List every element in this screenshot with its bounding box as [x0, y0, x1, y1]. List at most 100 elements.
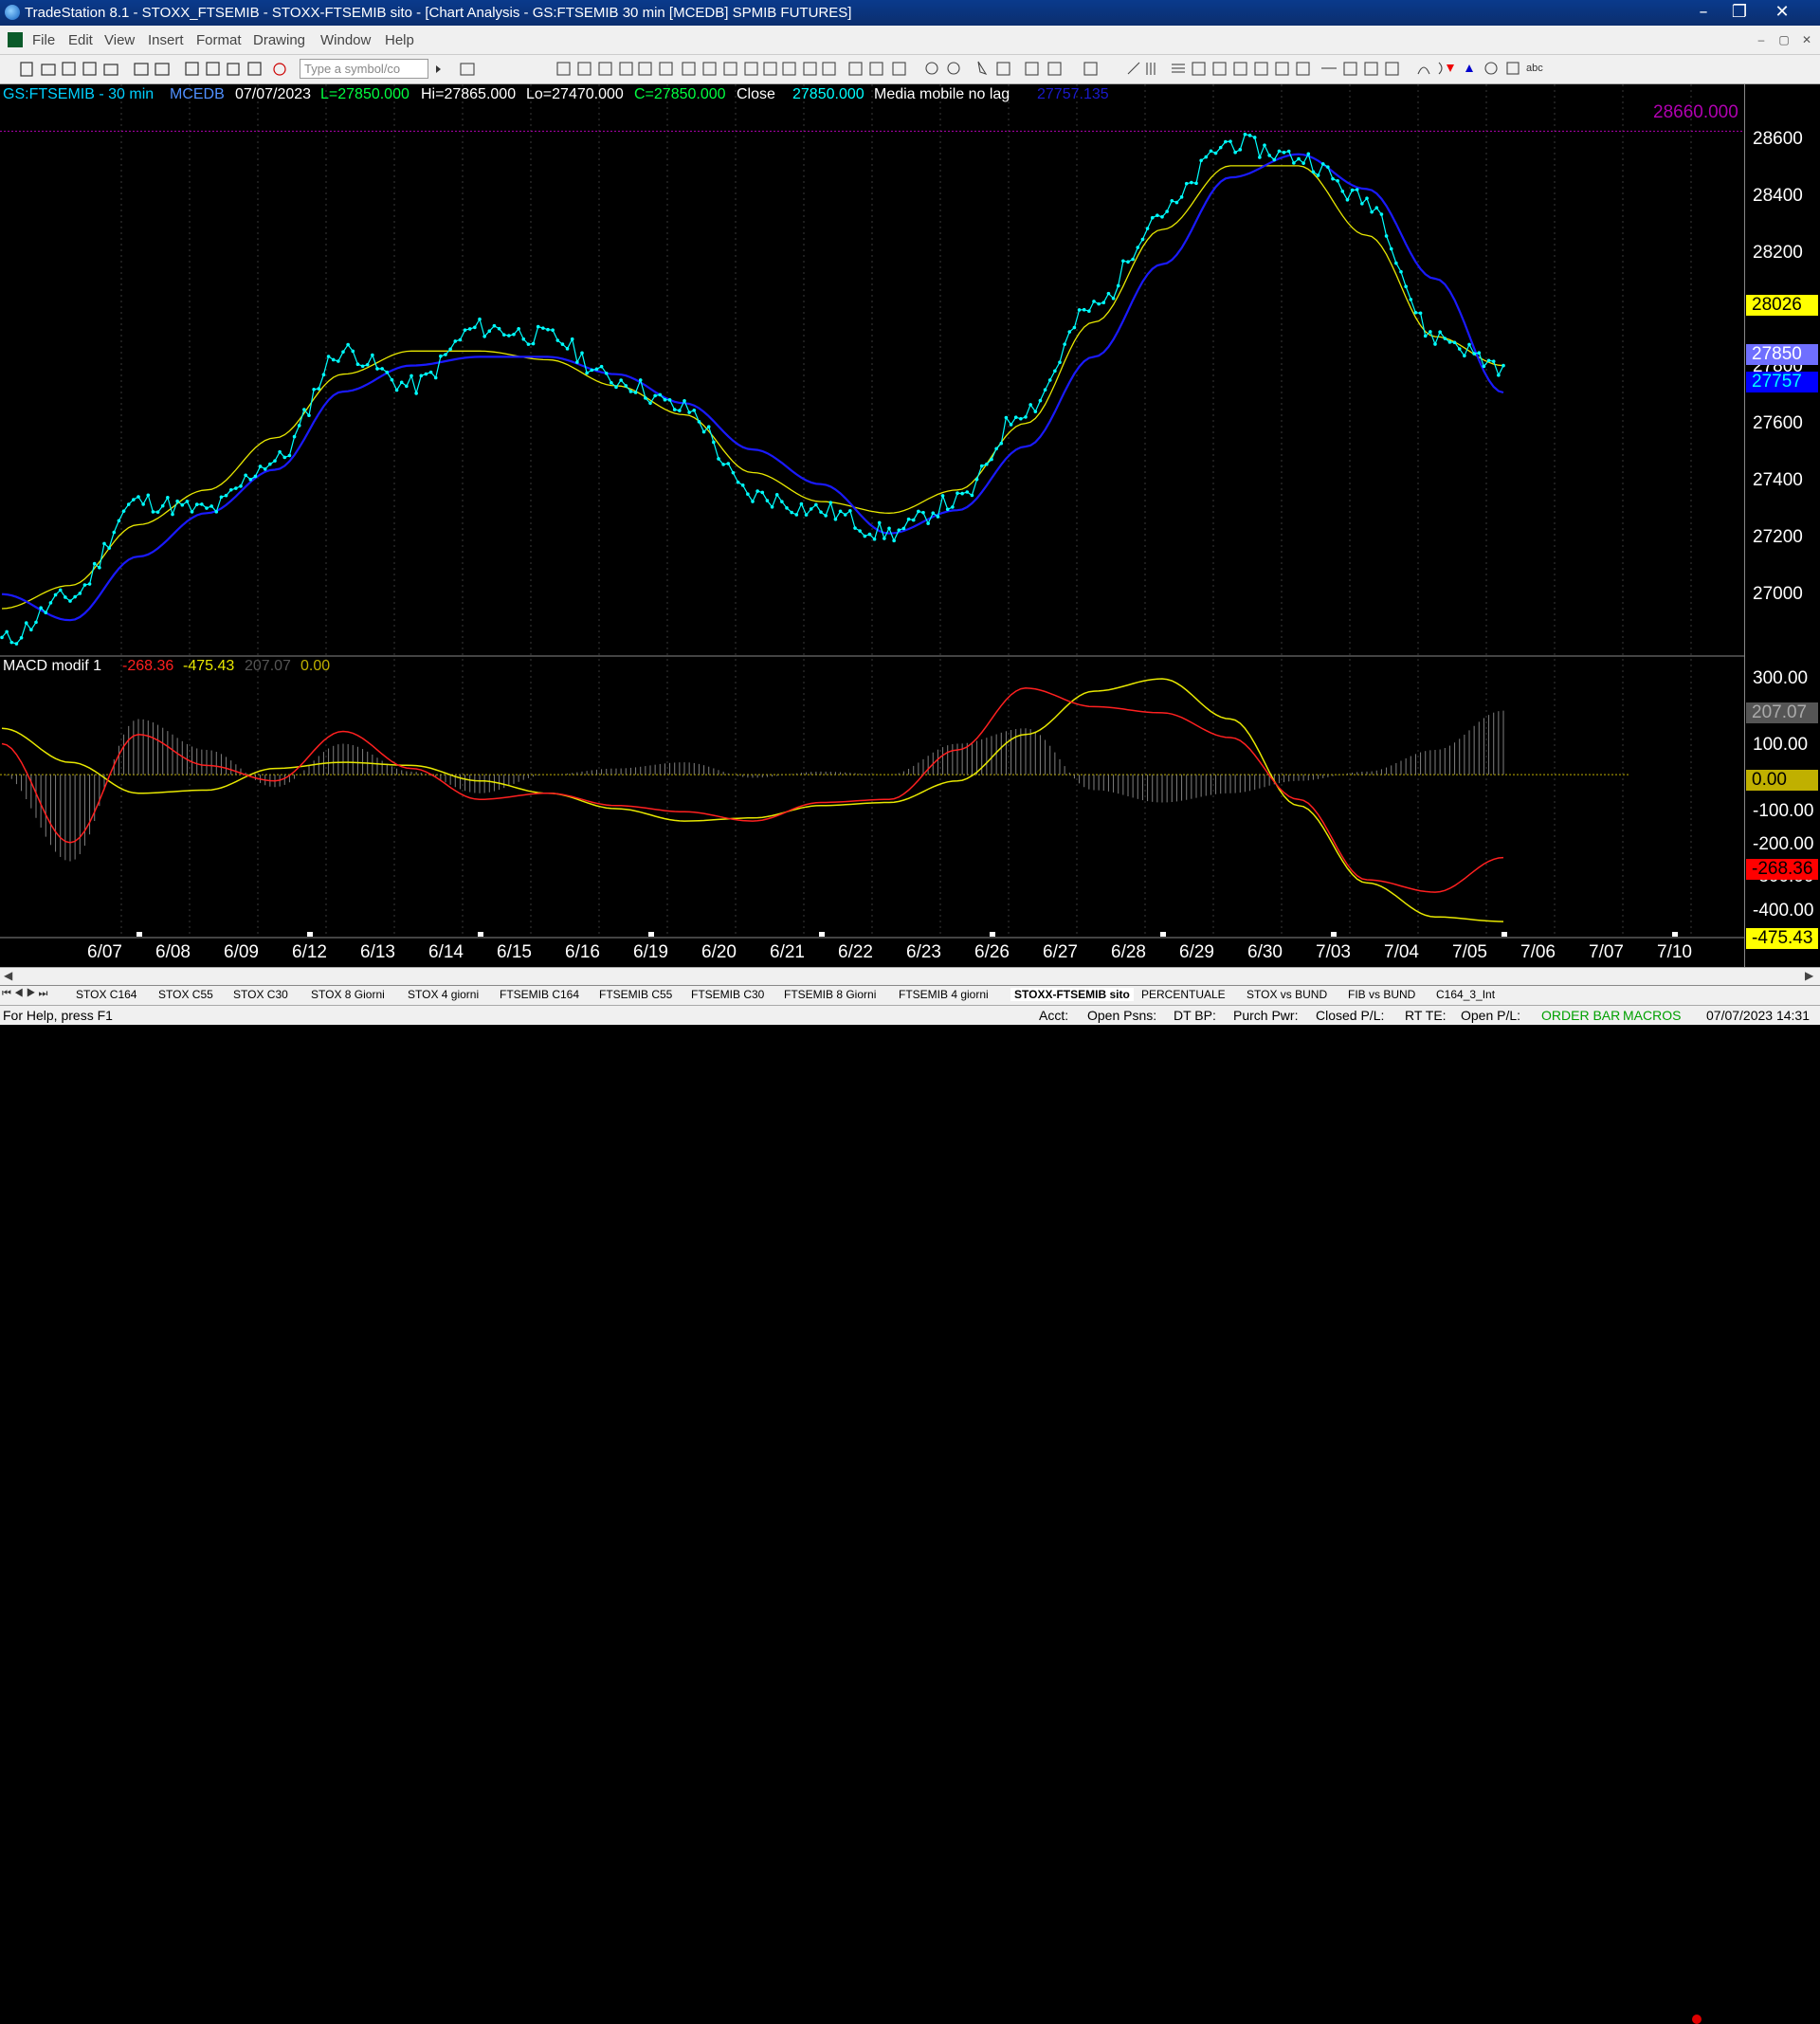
price-point [185, 500, 190, 503]
scroll-left-icon[interactable]: ◀ [4, 969, 12, 982]
date-tick-label: 7/07 [1589, 942, 1624, 962]
price-point [214, 510, 219, 514]
price-point [1047, 378, 1052, 382]
macros-button[interactable]: MACROS [1623, 1008, 1681, 1023]
price-point [1145, 227, 1150, 230]
tab-ftsemib-c55[interactable]: FTSEMIB C55 [599, 988, 672, 1001]
symbol-input[interactable]: Type a symbol/co [300, 59, 428, 79]
price-point [205, 506, 209, 510]
restore-icon[interactable]: ❐ [1722, 2, 1756, 24]
price-point [1247, 134, 1252, 137]
tab-ftsemib-c30[interactable]: FTSEMIB C30 [691, 988, 764, 1001]
price-point [428, 370, 433, 374]
price-point [1433, 342, 1437, 346]
arrow-up-icon [1465, 64, 1473, 72]
price-point [770, 504, 774, 509]
price-point [1486, 358, 1491, 363]
price-point [312, 387, 316, 392]
price-point [1009, 423, 1013, 427]
menu-insert[interactable]: Insert [148, 32, 184, 48]
price-point [721, 463, 725, 466]
print-icon [134, 63, 149, 76]
scroll-right-icon[interactable]: ▶ [1805, 969, 1813, 982]
help-text: For Help, press F1 [3, 1008, 113, 1023]
status-bar: For Help, press F1 Acct: Open Psns: DT B… [0, 1005, 1820, 2024]
tab-ftsemib-8-giorni[interactable]: FTSEMIB 8 Giorni [784, 988, 876, 1001]
price-point [1238, 148, 1243, 152]
mdi-minimize-icon[interactable]: – [1752, 31, 1771, 48]
tab-fib-vs-bund[interactable]: FIB vs BUND [1348, 988, 1415, 1001]
tab-stox-vs-bund[interactable]: STOX vs BUND [1247, 988, 1327, 1001]
close-icon[interactable]: ✕ [1765, 2, 1799, 24]
chart-date: 07/07/2023 [235, 86, 312, 102]
minimize-icon[interactable]: – [1686, 2, 1720, 24]
document-icon[interactable] [8, 32, 23, 47]
horizontal-scrollbar[interactable]: ◀ ▶ [0, 967, 1820, 985]
price-point [1384, 234, 1389, 238]
tab-stox-c164[interactable]: STOX C164 [76, 988, 136, 1001]
price-point [848, 509, 852, 513]
tab-stox-c30[interactable]: STOX C30 [233, 988, 288, 1001]
ellipse-icon [1484, 62, 1498, 75]
order-bar-button[interactable]: ORDER BAR [1541, 1008, 1620, 1023]
price-point [399, 380, 404, 385]
price-point [507, 334, 511, 337]
macd-name: MACD modif 1 [3, 658, 102, 674]
save-all-icon [82, 62, 97, 76]
price-point [44, 611, 48, 614]
date-tick-label: 7/05 [1452, 942, 1487, 962]
tab-stox-4-giorni[interactable]: STOX 4 giorni [408, 988, 479, 1001]
price-point [1111, 296, 1116, 301]
toolbar-icons[interactable] [0, 55, 1820, 83]
workspace-tab-bar: ⏮◀▶⏭ STOX C164 STOX C55 STOX C30 STOX 8 … [0, 985, 1820, 1005]
menu-edit[interactable]: Edit [68, 32, 93, 48]
chart-canvas[interactable] [0, 84, 1820, 967]
price-point [736, 480, 740, 484]
date-tick-label: 6/14 [428, 942, 464, 962]
mdi-restore-icon[interactable]: ▢ [1774, 31, 1793, 48]
rt-te-label: RT TE: [1405, 1008, 1447, 1023]
date-tick-label: 6/20 [701, 942, 737, 962]
price-point [799, 501, 804, 506]
price-point [1106, 291, 1111, 296]
yellow-ma-tag: 28026 [1746, 295, 1818, 316]
price-point [740, 483, 745, 487]
app-icon[interactable] [5, 5, 20, 20]
menu-file[interactable]: File [32, 32, 55, 48]
price-point [29, 628, 33, 632]
menu-drawing[interactable]: Drawing [253, 32, 305, 48]
price-tick: 27000 [1753, 584, 1803, 604]
price-point [292, 434, 297, 439]
tab-ftsemib-4-giorni[interactable]: FTSEMIB 4 giorni [899, 988, 989, 1001]
trendline-icon [1127, 62, 1140, 75]
price-point [453, 339, 458, 343]
price-point [1331, 176, 1335, 181]
price-point [672, 408, 677, 411]
price-point [1447, 340, 1452, 344]
price-point [682, 399, 686, 403]
macd-tick: -400.00 [1753, 901, 1814, 921]
price-point [24, 621, 28, 625]
menu-format[interactable]: Format [196, 32, 242, 48]
menu-window[interactable]: Window [320, 32, 371, 48]
tab-stox-8-giorni[interactable]: STOX 8 Giorni [311, 988, 385, 1001]
tab-nav-icons[interactable]: ⏮◀▶⏭ [2, 988, 50, 1000]
mdi-close-icon[interactable]: ✕ [1797, 31, 1816, 48]
tab-stox-c55[interactable]: STOX C55 [158, 988, 213, 1001]
text-tool-button[interactable]: abc [1526, 63, 1543, 74]
tab-c164-3-int[interactable]: C164_3_Int [1436, 988, 1495, 1001]
tab-ftsemib-c164[interactable]: FTSEMIB C164 [500, 988, 579, 1001]
price-point [663, 397, 667, 402]
menu-help[interactable]: Help [385, 32, 414, 48]
price-point [858, 529, 862, 533]
tab-percentuale[interactable]: PERCENTUALE [1141, 988, 1226, 1001]
tab-stoxx-ftsemib-sito[interactable]: STOXX-FTSEMIB sito [1010, 988, 1134, 1001]
price-point [433, 375, 438, 380]
price-point [1350, 188, 1355, 192]
price-point [146, 493, 151, 498]
price-point [248, 477, 253, 482]
price-point [1252, 136, 1257, 139]
menu-view[interactable]: View [104, 32, 135, 48]
price-point [126, 502, 131, 506]
chart-area[interactable] [0, 84, 1820, 967]
